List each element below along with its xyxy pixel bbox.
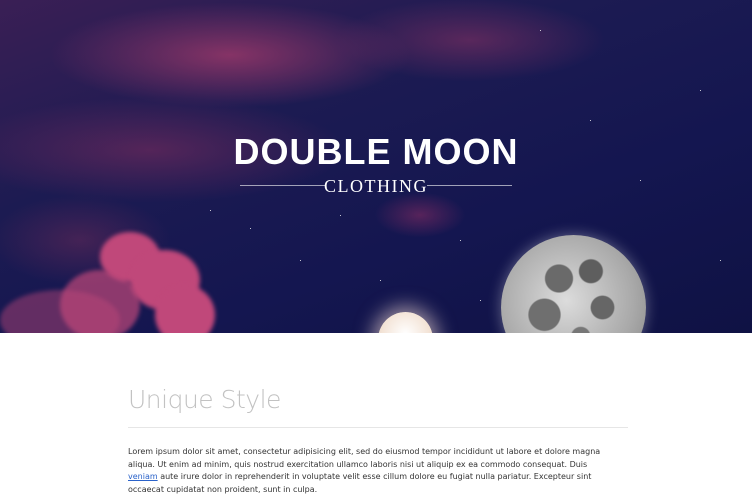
star xyxy=(340,215,341,216)
main-content: Unique Style Lorem ipsum dolor sit amet,… xyxy=(128,333,628,504)
star xyxy=(380,280,381,281)
section-divider xyxy=(128,427,628,428)
star xyxy=(700,90,701,91)
star xyxy=(720,260,721,261)
star xyxy=(210,210,211,211)
brand-divider-left xyxy=(240,185,325,186)
body-paragraph: Lorem ipsum dolor sit amet, consectetur … xyxy=(128,446,618,496)
full-moon-image xyxy=(501,235,646,333)
star xyxy=(300,260,301,261)
brand-title: DOUBLE MOON xyxy=(233,131,519,172)
rising-moon-image xyxy=(378,312,433,333)
star xyxy=(480,300,481,301)
cloud-decoration xyxy=(155,285,215,333)
section-title: Unique Style xyxy=(128,385,281,414)
star xyxy=(590,120,591,121)
hero-banner: DOUBLE MOON CLOTHING xyxy=(0,0,752,333)
star xyxy=(540,30,541,31)
star xyxy=(250,228,251,229)
star xyxy=(460,240,461,241)
paragraph-text: aute irure dolor in reprehenderit in vol… xyxy=(128,472,592,494)
brand-divider-right xyxy=(427,185,512,186)
brand-subtitle: CLOTHING xyxy=(324,176,428,196)
paragraph-text: Lorem ipsum dolor sit amet, consectetur … xyxy=(128,447,601,469)
brand-subtitle-row: CLOTHING xyxy=(240,174,512,198)
paragraph-link[interactable]: veniam xyxy=(128,472,158,481)
brand-logo: DOUBLE MOON CLOTHING xyxy=(0,130,752,198)
